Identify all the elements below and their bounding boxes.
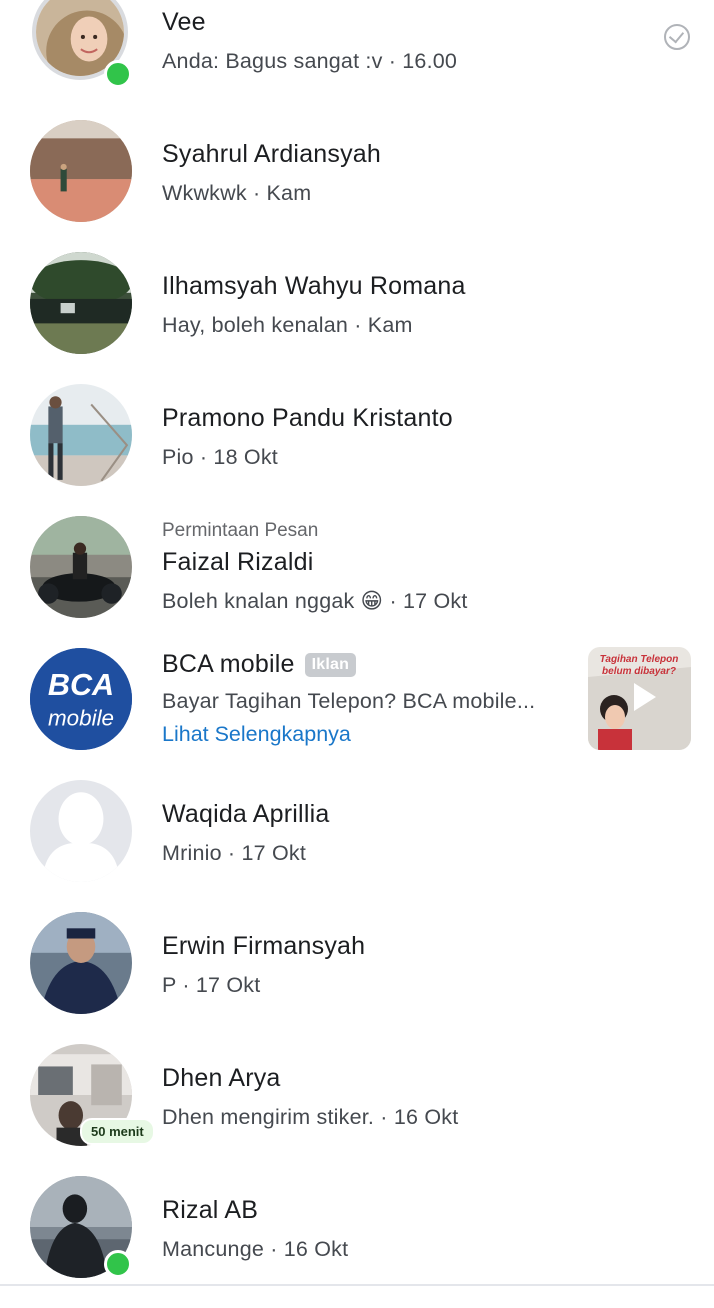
see-more-link[interactable]: Lihat Selengkapnya <box>162 722 535 747</box>
svg-text:Tagihan Telepon: Tagihan Telepon <box>600 654 679 665</box>
default-avatar <box>30 780 132 882</box>
svg-text:belum dibayar?: belum dibayar? <box>602 666 676 677</box>
avatar <box>30 516 132 618</box>
ad-video-thumbnail[interactable]: Tagihan Telepon belum dibayar? <box>588 647 691 750</box>
advertiser-name: BCA mobile Iklan <box>162 650 535 679</box>
conversation-row[interactable]: Erwin Firmansyah P · 17 Okt <box>0 912 714 1044</box>
message-preview: Boleh knalan nggak 😁 · 17 Okt <box>162 589 468 613</box>
contact-name: Vee <box>162 8 206 36</box>
conversation-row[interactable]: Pramono Pandu Kristanto Pio · 18 Okt <box>0 384 714 516</box>
conversation-row[interactable]: Permintaan Pesan Faizal Rizaldi Boleh kn… <box>0 516 714 648</box>
contact-name: Dhen Arya <box>162 1064 281 1092</box>
ad-text: Bayar Tagihan Telepon? BCA mobile... <box>162 689 536 713</box>
message-preview: Hay, boleh kenalan · Kam <box>162 313 413 337</box>
avatar <box>30 384 132 486</box>
bottom-divider <box>0 1284 714 1286</box>
contact-name: Syahrul Ardiansyah <box>162 140 382 168</box>
default-profile-icon <box>30 780 132 882</box>
avatar-photo <box>30 120 132 222</box>
online-indicator <box>104 60 132 88</box>
avatar-photo <box>30 912 132 1014</box>
contact-name: Pramono Pandu Kristanto <box>162 404 453 432</box>
seen-check-icon <box>664 24 690 50</box>
message-request-label: Permintaan Pesan <box>162 520 319 541</box>
avatar-photo <box>30 384 132 486</box>
conversation-row[interactable]: Rizal AB Mancunge · 16 Okt <box>0 1176 714 1308</box>
conversation-row[interactable]: Syahrul Ardiansyah Wkwkwk · Kam <box>0 120 714 252</box>
ad-thumbnail-graphic: Tagihan Telepon belum dibayar? <box>588 647 691 750</box>
conversation-row[interactable]: Ilhamsyah Wahyu Romana Hay, boleh kenala… <box>0 252 714 384</box>
avatar-photo <box>30 516 132 618</box>
svg-text:mobile: mobile <box>48 706 114 731</box>
contact-name: Faizal Rizaldi <box>162 548 314 576</box>
message-preview: Mrinio · 17 Okt <box>162 841 307 865</box>
contact-name: Waqida Aprillia <box>162 800 330 828</box>
online-indicator <box>104 1250 132 1278</box>
svg-text:BCA: BCA <box>48 668 114 702</box>
message-preview: Pio · 18 Okt <box>162 445 278 469</box>
avatar <box>30 252 132 354</box>
message-preview: Wkwkwk · Kam <box>162 181 312 205</box>
message-preview: P · 17 Okt <box>162 973 261 997</box>
avatar <box>30 120 132 222</box>
conversation-row[interactable]: Waqida Aprillia Mrinio · 17 Okt <box>0 780 714 912</box>
message-preview: Dhen mengirim stiker. · 16 Okt <box>162 1105 459 1129</box>
contact-name: Ilhamsyah Wahyu Romana <box>162 272 466 300</box>
bca-logo: BCA mobile <box>30 648 132 750</box>
avatar-photo <box>30 252 132 354</box>
message-preview: Anda: Bagus sangat :v · 16.00 <box>162 49 458 73</box>
contact-name: Rizal AB <box>162 1196 259 1224</box>
bca-logo-graphic: BCA mobile <box>30 648 132 750</box>
conversation-list: Vee Anda: Bagus sangat :v · 16.00 Syahru… <box>0 0 714 1289</box>
conversation-row[interactable]: Dhen Arya Dhen mengirim stiker. · 16 Okt <box>0 1044 714 1176</box>
ad-badge: Iklan <box>304 653 357 677</box>
active-ago-badge: 50 menit <box>80 1118 155 1145</box>
avatar <box>30 912 132 1014</box>
message-preview: Mancunge · 16 Okt <box>162 1237 349 1261</box>
contact-name: Erwin Firmansyah <box>162 932 366 960</box>
conversation-row[interactable]: Vee Anda: Bagus sangat :v · 16.00 <box>0 0 714 116</box>
